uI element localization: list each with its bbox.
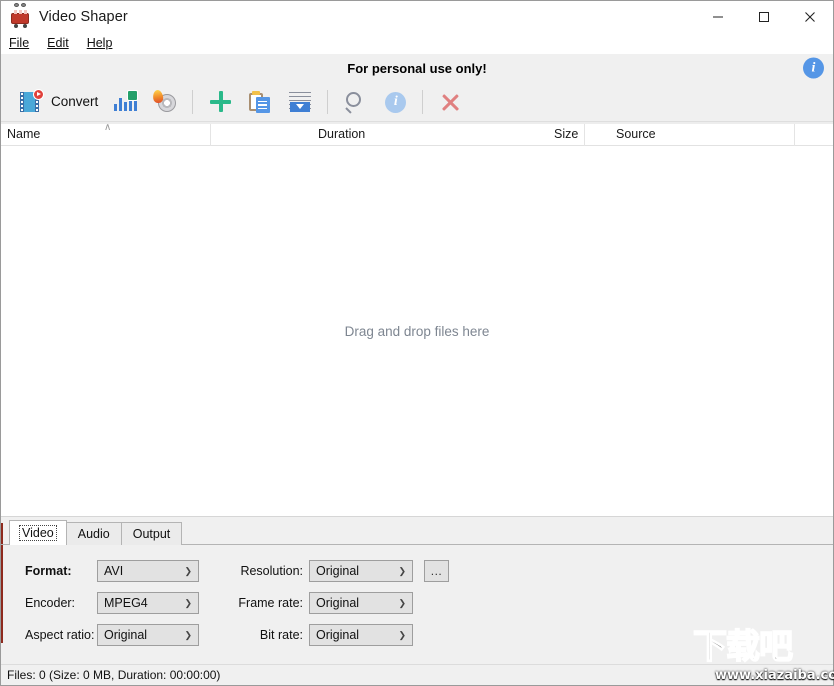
- menu-bar: File Edit Help: [1, 32, 833, 54]
- drop-hint-text: Drag and drop files here: [344, 323, 490, 339]
- chevron-down-icon: ❯: [398, 597, 406, 608]
- frame-rate-label: Frame rate:: [238, 596, 303, 610]
- license-banner-text: For personal use only!: [347, 60, 487, 76]
- resolution-select[interactable]: Original ❯: [309, 560, 413, 582]
- encoder-select-value: MPEG4: [104, 596, 148, 610]
- frame-rate-select-value: Original: [316, 596, 360, 610]
- maximize-button[interactable]: [741, 1, 787, 32]
- bit-rate-select-value: Original: [316, 628, 360, 642]
- info-icon: i: [382, 89, 408, 115]
- toolbar: Convert i: [1, 82, 833, 122]
- aspect-ratio-label: Aspect ratio:: [25, 628, 95, 642]
- column-header-name[interactable]: Name: [7, 122, 40, 146]
- video-settings-form: Format: AVI ❯ Resolution: Original ❯ ...…: [1, 555, 833, 651]
- resolution-more-button[interactable]: ...: [424, 560, 449, 582]
- clipboard-document-icon: [247, 89, 273, 115]
- bit-rate-select[interactable]: Original ❯: [309, 624, 413, 646]
- menu-edit[interactable]: Edit: [47, 36, 69, 50]
- plus-icon: [207, 89, 233, 115]
- format-select-value: AVI: [104, 564, 124, 578]
- burn-disc-button[interactable]: [145, 85, 185, 119]
- settings-panel: Video Audio Output Format: AVI ❯ Resolut…: [1, 516, 833, 664]
- tab-video[interactable]: Video: [9, 520, 67, 545]
- search-button[interactable]: [335, 85, 375, 119]
- video-shaper-window: Video Shaper File Edit Help For personal…: [0, 0, 834, 686]
- encoder-row: Encoder: MPEG4 ❯ Frame rate: Original ❯: [1, 587, 833, 619]
- menu-edit-label: Edit: [47, 36, 69, 50]
- audio-extract-button[interactable]: [105, 85, 145, 119]
- sort-ascending-icon: ∧: [104, 122, 112, 133]
- chevron-down-icon: ❯: [184, 629, 192, 640]
- add-files-button[interactable]: [200, 85, 240, 119]
- tab-audio-label: Audio: [77, 527, 110, 541]
- window-controls: [695, 1, 833, 32]
- resolution-label: Resolution:: [240, 564, 303, 578]
- encoder-label: Encoder:: [25, 596, 76, 610]
- remove-button[interactable]: [430, 85, 470, 119]
- resolution-select-value: Original: [316, 564, 360, 578]
- format-select[interactable]: AVI ❯: [97, 560, 199, 582]
- chevron-down-icon: ❯: [398, 629, 406, 640]
- column-header-size[interactable]: Size: [554, 122, 578, 146]
- minimize-button[interactable]: [695, 1, 741, 32]
- license-banner: For personal use only! i: [1, 54, 833, 82]
- chevron-down-icon: ❯: [184, 597, 192, 608]
- list-download-icon: [287, 89, 313, 115]
- magnifier-icon: [342, 89, 368, 115]
- toolbar-separator: [327, 89, 329, 114]
- column-divider[interactable]: [210, 124, 211, 146]
- equalizer-check-icon: [112, 89, 139, 115]
- menu-file[interactable]: File: [9, 36, 29, 50]
- aspect-ratio-select-value: Original: [104, 628, 148, 642]
- column-divider[interactable]: [584, 124, 585, 146]
- film-play-icon: [18, 88, 44, 115]
- tab-output[interactable]: Output: [120, 522, 183, 545]
- status-bar-text: Files: 0 (Size: 0 MB, Duration: 00:00:00…: [7, 668, 221, 682]
- menu-help-label: Help: [86, 36, 113, 50]
- info-icon[interactable]: i: [803, 57, 824, 79]
- file-list-dropzone[interactable]: Drag and drop files here: [1, 146, 833, 516]
- video-camera-icon: [10, 2, 30, 28]
- info-button[interactable]: i: [375, 85, 415, 119]
- menu-help[interactable]: Help: [87, 36, 113, 50]
- filelist-column-header: Name ∧ Duration Size Source: [1, 122, 833, 146]
- tab-output-label: Output: [132, 527, 171, 541]
- paste-button[interactable]: [240, 85, 280, 119]
- encoder-select[interactable]: MPEG4 ❯: [97, 592, 199, 614]
- status-bar: Files: 0 (Size: 0 MB, Duration: 00:00:00…: [1, 664, 833, 685]
- tab-audio[interactable]: Audio: [65, 522, 122, 545]
- tab-video-label: Video: [19, 525, 57, 541]
- format-row: Format: AVI ❯ Resolution: Original ❯ ...: [1, 555, 833, 587]
- column-header-duration[interactable]: Duration: [318, 122, 365, 146]
- frame-rate-select[interactable]: Original ❯: [309, 592, 413, 614]
- info-icon-glyph: i: [385, 91, 407, 113]
- menu-file-label: File: [9, 36, 30, 50]
- settings-tabs: Video Audio Output: [9, 520, 183, 545]
- chevron-down-icon: ❯: [184, 565, 192, 576]
- aspect-ratio-select[interactable]: Original ❯: [97, 624, 199, 646]
- format-label: Format:: [25, 564, 72, 578]
- convert-button[interactable]: Convert: [11, 85, 105, 119]
- convert-button-label: Convert: [51, 94, 99, 109]
- bit-rate-label: Bit rate:: [259, 628, 303, 642]
- aspect-ratio-row: Aspect ratio: Original ❯ Bit rate: Origi…: [1, 619, 833, 651]
- window-title: Video Shaper: [39, 8, 128, 25]
- column-header-source[interactable]: Source: [616, 122, 656, 146]
- disc-flame-icon: [152, 88, 178, 115]
- chevron-down-icon: ❯: [398, 565, 406, 576]
- close-x-icon: [437, 89, 463, 115]
- column-divider[interactable]: [794, 124, 795, 146]
- toolbar-separator: [422, 89, 424, 114]
- close-button[interactable]: [787, 1, 833, 32]
- title-bar: Video Shaper: [1, 1, 833, 32]
- toolbar-separator: [192, 89, 194, 114]
- load-list-button[interactable]: [280, 85, 320, 119]
